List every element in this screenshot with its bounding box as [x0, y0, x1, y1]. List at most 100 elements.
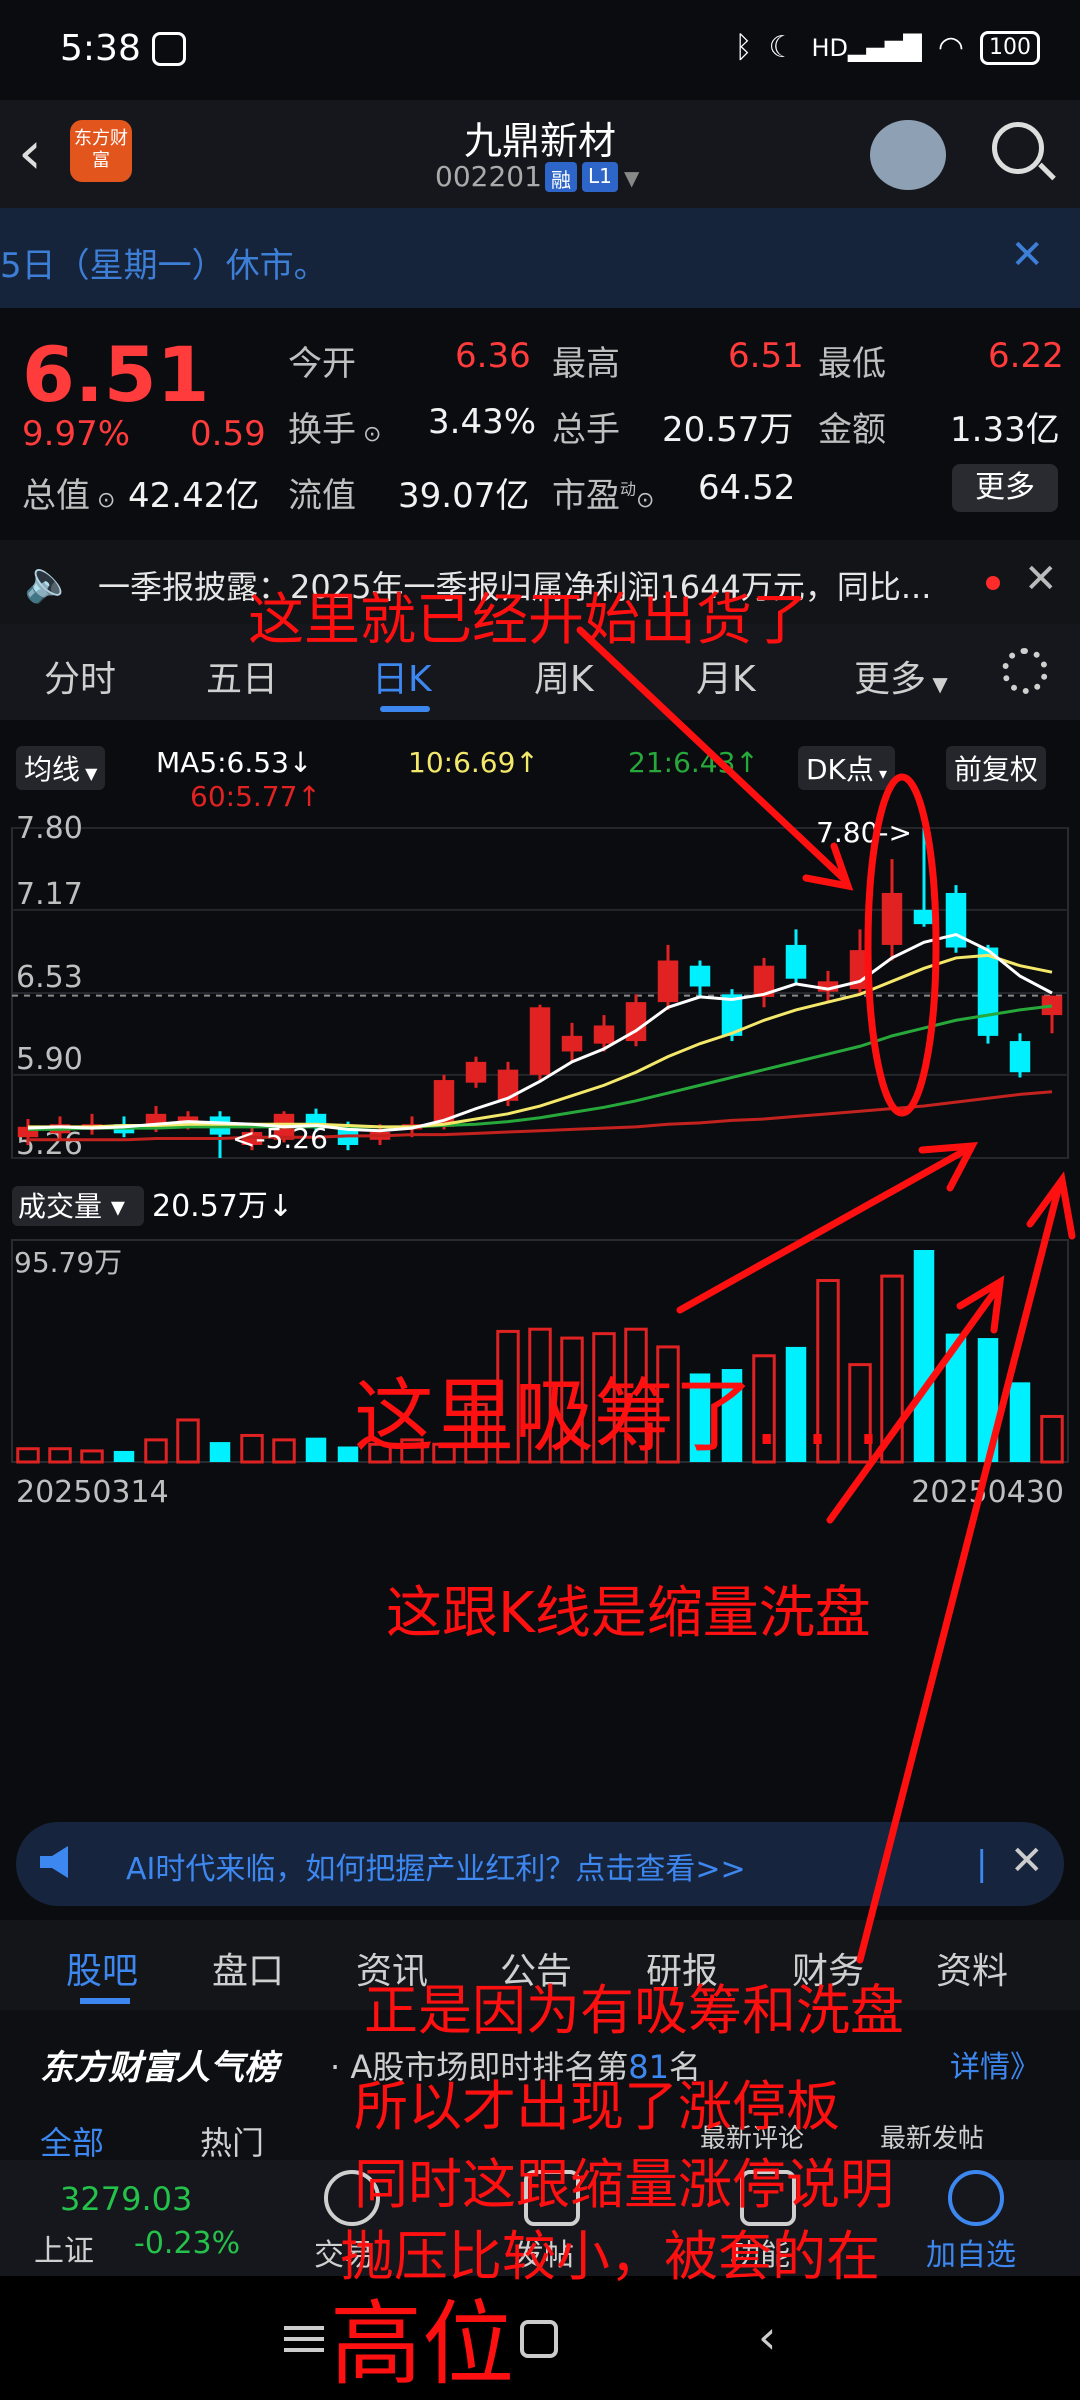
date-start-label: 20250314: [16, 1475, 169, 1510]
index-change: -0.23%: [134, 2226, 241, 2261]
pe-label: 市盈动⊙: [552, 476, 655, 516]
volume-bar: [913, 1250, 935, 1462]
volume-bar: [80, 1449, 104, 1464]
status-icons: ᛒ ☾ HD▂▄▆█ ◠ 100: [735, 30, 1040, 65]
mktcap-value: 42.42亿: [128, 476, 260, 516]
candle-body: [1009, 1041, 1031, 1073]
tab-monthly-k[interactable]: 月K: [696, 650, 756, 702]
annotation-text: 这里吸筹了. . .: [354, 1370, 882, 1463]
status-time: 5:38: [60, 28, 141, 69]
volume-bar: [16, 1447, 40, 1464]
last-price: 6.51: [22, 330, 210, 419]
annotation-text: 这跟K线是缩量洗盘: [386, 1581, 871, 1646]
filter-all[interactable]: 全部: [40, 2118, 104, 2164]
ranking-details-link[interactable]: 详情》: [950, 2042, 1040, 2086]
divider: |: [976, 1844, 988, 1884]
volume-bar: [113, 1450, 135, 1462]
ai-banner-text[interactable]: AI时代来临，如何把握产业红利？点击查看>>: [126, 1844, 746, 1888]
volume-bar: [945, 1333, 967, 1462]
volume-value: 20.57万↓: [152, 1189, 293, 1224]
system-nav-bar: ‹: [0, 2276, 1080, 2400]
volume-bar: [240, 1433, 264, 1464]
annotation-text: 同时这跟缩量涨停说明: [354, 2153, 894, 2216]
close-icon[interactable]: ✕: [1024, 556, 1058, 602]
tab-intraday[interactable]: 分时: [44, 650, 116, 702]
unread-dot: [986, 576, 1000, 590]
y-tick-label: 5.90: [16, 1042, 83, 1077]
candle-body: [1041, 995, 1063, 1016]
active-tab-indicator: [380, 706, 430, 712]
signal-icon: HD▂▄▆█: [811, 33, 922, 62]
battery-icon: 100: [980, 30, 1040, 65]
volume-bar: [176, 1418, 200, 1464]
ai-banner[interactable]: AI时代来临，如何把握产业红利？点击查看>> | ✕: [16, 1822, 1064, 1906]
float-label: 流值: [288, 476, 356, 516]
recent-apps-button[interactable]: [284, 2326, 324, 2352]
tab-profile[interactable]: 资料: [936, 1942, 1008, 1994]
tab-weekly-k[interactable]: 周K: [534, 650, 594, 702]
change-amount: 0.59: [190, 414, 266, 454]
annotation-text: 正是因为有吸筹和洗盘: [364, 1979, 904, 2042]
float-value: 39.07亿: [398, 476, 530, 516]
candle-body: [529, 1007, 551, 1075]
amount-label: 金额: [818, 410, 886, 450]
candle-body: [977, 947, 999, 1036]
volume-bar: [209, 1442, 231, 1462]
open-value: 6.36: [455, 336, 531, 376]
tab-guba[interactable]: 股吧: [66, 1942, 138, 1994]
margin-tag: 融: [545, 162, 577, 192]
ma60-line: [28, 1090, 1053, 1142]
annotation-text: 这里就已经开始出货了: [248, 588, 808, 653]
add-watchlist-icon[interactable]: [948, 2170, 1004, 2226]
mktcap-label: 总值 ⊙: [22, 476, 116, 516]
ma21-label: 21:6.43↑: [628, 746, 759, 779]
amount-value: 1.33亿: [950, 410, 1060, 450]
chevron-down-icon[interactable]: ▼: [624, 166, 639, 190]
gear-icon[interactable]: [1002, 648, 1048, 694]
search-icon[interactable]: [992, 122, 1044, 174]
volume-bar: [977, 1338, 999, 1462]
candle-body: [465, 1061, 487, 1083]
open-label: 今开: [288, 344, 356, 384]
home-button[interactable]: [520, 2320, 558, 2358]
y-tick-label: 7.80: [16, 811, 83, 846]
wifi-icon: ◠: [937, 30, 964, 65]
status-bar: 5:38 ᛒ ☾ HD▂▄▆█ ◠ 100: [0, 0, 1080, 100]
adjust-button[interactable]: 前复权: [946, 746, 1047, 790]
volume-bar: [880, 1274, 904, 1464]
tab-daily-k[interactable]: 日K: [372, 650, 432, 702]
high-value: 6.51: [728, 336, 804, 376]
add-watchlist-button[interactable]: 加自选: [926, 2230, 1016, 2274]
filter-latest-post[interactable]: 最新发帖: [880, 2118, 984, 2155]
more-button[interactable]: 更多: [952, 464, 1058, 512]
close-icon[interactable]: ✕: [1010, 1838, 1044, 1884]
stock-code[interactable]: 002201: [435, 160, 542, 193]
robot-assistant-icon[interactable]: [870, 120, 946, 190]
tab-pankou[interactable]: 盘口: [212, 1942, 284, 1994]
volume-bar: [272, 1438, 296, 1464]
pe-value: 64.52: [698, 468, 796, 508]
candle-body: [689, 965, 711, 987]
nav-back-button[interactable]: ‹: [758, 2310, 776, 2364]
dk-button[interactable]: DK点 ▾: [798, 746, 896, 790]
filter-hot[interactable]: 热门: [200, 2118, 264, 2164]
close-icon[interactable]: ✕: [1010, 232, 1044, 278]
low-value: 6.22: [988, 336, 1064, 376]
kline-chart-panel: 均线 ▼ MA5:6.53↓ 10:6.69↑ 21:6.43↑ 60:5.77…: [0, 720, 1080, 1820]
annotation-text: 高位: [330, 2291, 515, 2398]
ranking-brand: 东方财富人气榜: [40, 2048, 278, 2088]
ma5-label: MA5:6.53↓: [156, 746, 313, 779]
y-tick-label: 6.53: [16, 960, 83, 995]
volume-label: 总手: [552, 410, 620, 450]
notice-text: 5日（星期一）休市。: [0, 246, 328, 286]
candle-body: [593, 1025, 615, 1044]
bluetooth-icon: ᛒ: [734, 30, 753, 65]
tab-five-day[interactable]: 五日: [206, 650, 278, 702]
index-name: 上证: [34, 2234, 94, 2269]
kline-svg[interactable]: 7.807.176.535.905.267.80-><-5.26成交量 ▾ 20.…: [0, 800, 1080, 1820]
tab-more[interactable]: 更多 ▼: [854, 650, 948, 702]
change-pct: 9.97%: [22, 414, 131, 454]
notice-banner: 5日（星期一）休市。 ✕: [0, 208, 1080, 308]
low-label: 最低: [818, 344, 886, 384]
ma-selector[interactable]: 均线 ▼: [16, 746, 106, 790]
